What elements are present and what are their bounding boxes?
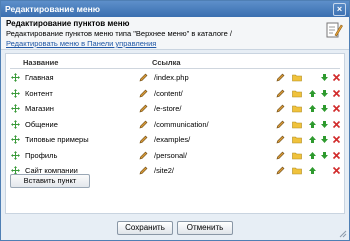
drag-move-icon[interactable] [11, 117, 21, 132]
menu-items-panel: Название Ссылка Вставить пункт [5, 53, 345, 214]
browse-folder-icon[interactable] [292, 86, 302, 101]
item-link-input[interactable] [152, 103, 274, 114]
move-down-icon[interactable] [320, 117, 330, 132]
delete-item-icon[interactable] [332, 70, 342, 85]
item-name-input[interactable] [23, 87, 139, 99]
control-panel-link[interactable]: Редактировать меню в Панели управления [6, 39, 156, 48]
header-description: Редактирование пунктов меню типа "Верхне… [6, 29, 232, 38]
item-link-input[interactable] [152, 134, 274, 145]
column-header-name: Название [23, 58, 59, 67]
browse-folder-icon[interactable] [292, 148, 302, 163]
edit-link-pencil-icon[interactable] [276, 163, 286, 178]
move-down-icon[interactable] [320, 86, 330, 101]
delete-item-icon[interactable] [332, 101, 342, 116]
move-up-icon[interactable] [308, 163, 318, 178]
resize-grip-icon[interactable] [339, 230, 347, 238]
drag-move-icon[interactable] [11, 101, 21, 116]
delete-item-icon[interactable] [332, 163, 342, 178]
edit-name-pencil-icon[interactable] [139, 163, 149, 178]
menu-item-row [6, 132, 344, 147]
move-up-icon[interactable] [308, 86, 318, 101]
move-up-icon[interactable] [308, 132, 318, 147]
browse-folder-icon[interactable] [292, 132, 302, 147]
header-divider [10, 68, 340, 69]
move-up-icon[interactable] [308, 148, 318, 163]
insert-item-button[interactable]: Вставить пункт [10, 174, 90, 188]
delete-item-icon[interactable] [332, 132, 342, 147]
edit-link-pencil-icon[interactable] [276, 101, 286, 116]
save-button[interactable]: Сохранить [117, 221, 173, 235]
browse-folder-icon[interactable] [292, 101, 302, 116]
dialog-header: Редактирование пунктов меню Редактирован… [1, 17, 349, 50]
move-down-icon[interactable] [320, 101, 330, 116]
menu-item-row [6, 86, 344, 101]
edit-link-pencil-icon[interactable] [276, 132, 286, 147]
item-name-input[interactable] [23, 149, 139, 161]
browse-folder-icon[interactable] [292, 70, 302, 85]
cancel-button[interactable]: Отменить [177, 221, 233, 235]
item-link-input[interactable] [152, 149, 274, 161]
move-up-icon[interactable] [308, 101, 318, 116]
menu-item-row [6, 117, 344, 132]
item-link-input[interactable] [152, 165, 274, 176]
drag-move-icon[interactable] [11, 70, 21, 85]
menu-item-row [6, 70, 344, 85]
edit-name-pencil-icon[interactable] [139, 148, 149, 163]
drag-move-icon[interactable] [11, 148, 21, 163]
header-title: Редактирование пунктов меню [6, 19, 130, 28]
item-name-input[interactable] [23, 103, 139, 114]
close-icon[interactable]: × [333, 3, 346, 16]
menu-item-row [6, 148, 344, 163]
item-link-input[interactable] [152, 118, 274, 130]
item-link-input[interactable] [152, 87, 274, 99]
delete-item-icon[interactable] [332, 117, 342, 132]
dialog-footer: Сохранить Отменить [1, 215, 349, 240]
menu-edit-dialog: Редактирование меню × Редактирование пун… [0, 0, 350, 241]
edit-link-pencil-icon[interactable] [276, 148, 286, 163]
drag-move-icon[interactable] [11, 132, 21, 147]
browse-folder-icon[interactable] [292, 163, 302, 178]
edit-name-pencil-icon[interactable] [139, 70, 149, 85]
drag-move-icon[interactable] [11, 86, 21, 101]
menu-item-row [6, 101, 344, 116]
item-link-input[interactable] [152, 72, 274, 83]
browse-folder-icon[interactable] [292, 117, 302, 132]
edit-name-pencil-icon[interactable] [139, 101, 149, 116]
edit-document-icon [326, 22, 343, 38]
delete-item-icon[interactable] [332, 148, 342, 163]
move-down-icon[interactable] [320, 70, 330, 85]
edit-link-pencil-icon[interactable] [276, 70, 286, 85]
item-name-input[interactable] [23, 118, 139, 130]
edit-name-pencil-icon[interactable] [139, 86, 149, 101]
item-name-input[interactable] [23, 72, 139, 83]
edit-name-pencil-icon[interactable] [139, 117, 149, 132]
edit-link-pencil-icon[interactable] [276, 117, 286, 132]
column-header-link: Ссылка [152, 58, 181, 67]
move-down-icon[interactable] [320, 148, 330, 163]
edit-link-pencil-icon[interactable] [276, 86, 286, 101]
edit-name-pencil-icon[interactable] [139, 132, 149, 147]
item-name-input[interactable] [23, 134, 139, 145]
move-up-icon[interactable] [308, 117, 318, 132]
title-bar[interactable]: Редактирование меню × [1, 1, 349, 17]
move-down-icon[interactable] [320, 132, 330, 147]
window-title: Редактирование меню [5, 4, 101, 14]
delete-item-icon[interactable] [332, 86, 342, 101]
